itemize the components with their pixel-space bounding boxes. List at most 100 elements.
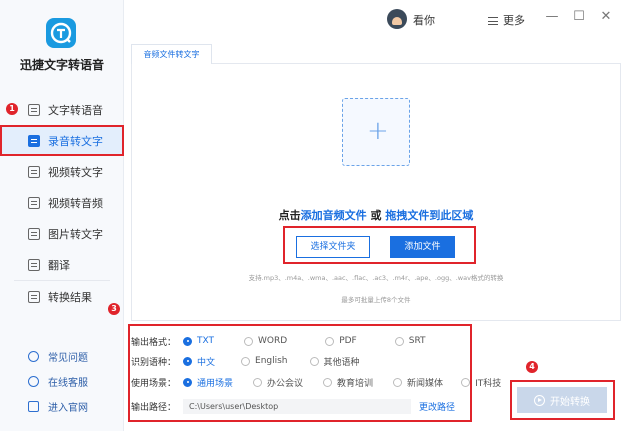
drop-or: 或 <box>366 209 386 222</box>
drop-zone[interactable]: + <box>342 98 410 166</box>
radio-icon <box>253 377 263 387</box>
radio-icon <box>394 336 404 346</box>
avatar[interactable] <box>387 9 407 29</box>
plus-icon: + <box>367 116 389 146</box>
scene-row: 使用场景： 通用场景 办公会议 教育培训 新闻媒体 IT科技 <box>131 374 515 390</box>
sidebar-item-label: 视频转文字 <box>48 165 103 179</box>
image-text-icon <box>28 227 40 240</box>
logo-icon <box>50 22 72 44</box>
close-button[interactable]: ✕ <box>599 10 613 24</box>
step-badge-1: 1 <box>6 103 18 115</box>
sidebar-item-label: 录音转文字 <box>48 134 103 148</box>
supported-formats-text: 支持.mp3、.m4a、.wma、.aac、.flac、.ac3、.m4r、.a… <box>248 274 504 282</box>
add-file-button[interactable]: 添加文件 <box>390 236 455 258</box>
sidebar-item-image-to-text[interactable]: 图片转文字 <box>0 218 124 249</box>
sidebar-item-recording-to-text[interactable]: 录音转文字 <box>0 125 124 156</box>
online-support-link[interactable]: 在线客服 <box>0 369 124 394</box>
language-row: 识别语种： 中文 English 其他语种 <box>131 353 374 369</box>
headset-icon <box>28 376 39 387</box>
question-icon <box>28 351 39 362</box>
doc-audio-icon <box>28 103 40 116</box>
translate-icon <box>28 258 40 271</box>
sidebar-item-translate[interactable]: 翻译 <box>0 249 124 280</box>
minimize-button[interactable]: — <box>545 10 559 24</box>
scene-news-radio[interactable]: 新闻媒体 <box>393 376 443 389</box>
sidebar-item-results[interactable]: 转换结果 <box>0 281 124 312</box>
menu-icon <box>488 17 498 25</box>
lang-chinese-radio[interactable]: 中文 <box>183 355 215 368</box>
sidebar-nav: 文字转语音 录音转文字 视频转文字 视频转音频 图片转文字 翻译 转换结果 <box>0 94 124 312</box>
monitor-icon <box>28 401 39 412</box>
lang-other-radio[interactable]: 其他语种 <box>309 355 360 368</box>
scene-label: 使用场景： <box>131 378 177 389</box>
sidebar-item-text-to-speech[interactable]: 文字转语音 <box>0 94 124 125</box>
start-convert-label: 开始转换 <box>550 396 590 408</box>
file-limit-text: 最多可批量上传8个文件 <box>341 296 411 304</box>
start-convert-button[interactable]: 开始转换 <box>517 387 607 413</box>
output-format-row: 输出格式： TXT WORD PDF SRT <box>131 333 440 349</box>
result-icon <box>28 290 40 303</box>
sidebar-links: 常见问题 在线客服 进入官网 <box>0 344 124 419</box>
drop-instruction: 点击添加音频文件 或 拖拽文件到此区域 <box>131 207 621 223</box>
video-audio-icon <box>28 196 40 209</box>
radio-icon <box>241 356 251 366</box>
sidebar-item-label: 转换结果 <box>48 290 92 304</box>
format-word-radio[interactable]: WORD <box>244 336 287 346</box>
radio-icon <box>325 336 335 346</box>
output-format-label: 输出格式： <box>131 337 177 348</box>
radio-icon <box>323 377 333 387</box>
language-label: 识别语种： <box>131 357 177 368</box>
radio-label: 新闻媒体 <box>407 378 444 389</box>
format-srt-radio[interactable]: SRT <box>394 336 426 346</box>
sidebar-item-video-to-text[interactable]: 视频转文字 <box>0 156 124 187</box>
drop-prefix: 点击 <box>278 209 301 222</box>
record-text-icon <box>28 134 40 147</box>
app-logo <box>46 18 76 48</box>
radio-label: 教育培训 <box>337 378 374 389</box>
radio-icon <box>393 377 403 387</box>
faq-link[interactable]: 常见问题 <box>0 344 124 369</box>
tab-audio-to-text[interactable]: 音频文件转文字 <box>131 44 212 64</box>
scene-general-radio[interactable]: 通用场景 <box>183 376 233 389</box>
radio-label: English <box>255 356 288 366</box>
app-title: 迅捷文字转语音 <box>19 58 104 72</box>
sidebar-item-label: 翻译 <box>48 258 70 272</box>
more-menu-button[interactable]: 更多 <box>488 12 525 28</box>
add-audio-link[interactable]: 添加音频文件 <box>301 209 367 222</box>
change-path-link[interactable]: 更改路径 <box>419 400 455 413</box>
radio-label: 其他语种 <box>323 357 360 368</box>
drag-drop-link[interactable]: 拖拽文件到此区域 <box>385 209 473 222</box>
website-link[interactable]: 进入官网 <box>0 394 124 419</box>
scene-it-radio[interactable]: IT科技 <box>461 376 501 389</box>
website-label: 进入官网 <box>48 403 88 414</box>
radio-label: PDF <box>339 336 357 346</box>
sidebar-item-label: 视频转音频 <box>48 196 103 210</box>
output-path-field[interactable]: C:\Users\user\Desktop <box>183 398 411 414</box>
sidebar: 迅捷文字转语音 文字转语音 录音转文字 视频转文字 视频转音频 图片转文字 翻译 <box>0 0 124 431</box>
format-txt-radio[interactable]: TXT <box>183 336 214 346</box>
video-text-icon <box>28 165 40 178</box>
maximize-button[interactable]: ☐ <box>572 10 586 24</box>
radio-label: 办公会议 <box>267 378 304 389</box>
scene-education-radio[interactable]: 教育培训 <box>323 376 373 389</box>
radio-label: 中文 <box>197 357 216 368</box>
online-support-label: 在线客服 <box>48 378 88 389</box>
faq-label: 常见问题 <box>48 353 88 364</box>
radio-label: TXT <box>197 336 215 346</box>
sidebar-item-label: 文字转语音 <box>48 103 103 117</box>
scene-meeting-radio[interactable]: 办公会议 <box>253 376 303 389</box>
radio-label: 通用场景 <box>197 378 234 389</box>
format-pdf-radio[interactable]: PDF <box>325 336 357 346</box>
more-label: 更多 <box>503 14 525 27</box>
radio-icon <box>183 377 192 387</box>
radio-icon <box>183 336 192 346</box>
radio-icon <box>309 356 319 366</box>
radio-label: WORD <box>258 336 288 346</box>
step-badge-4: 4 <box>526 361 538 373</box>
select-folder-button[interactable]: 选择文件夹 <box>296 236 370 258</box>
sidebar-item-video-to-audio[interactable]: 视频转音频 <box>0 187 124 218</box>
step-badge-3: 3 <box>108 303 120 315</box>
lang-english-radio[interactable]: English <box>241 356 288 366</box>
radio-icon <box>183 356 192 366</box>
username[interactable]: 看你 <box>413 12 435 28</box>
